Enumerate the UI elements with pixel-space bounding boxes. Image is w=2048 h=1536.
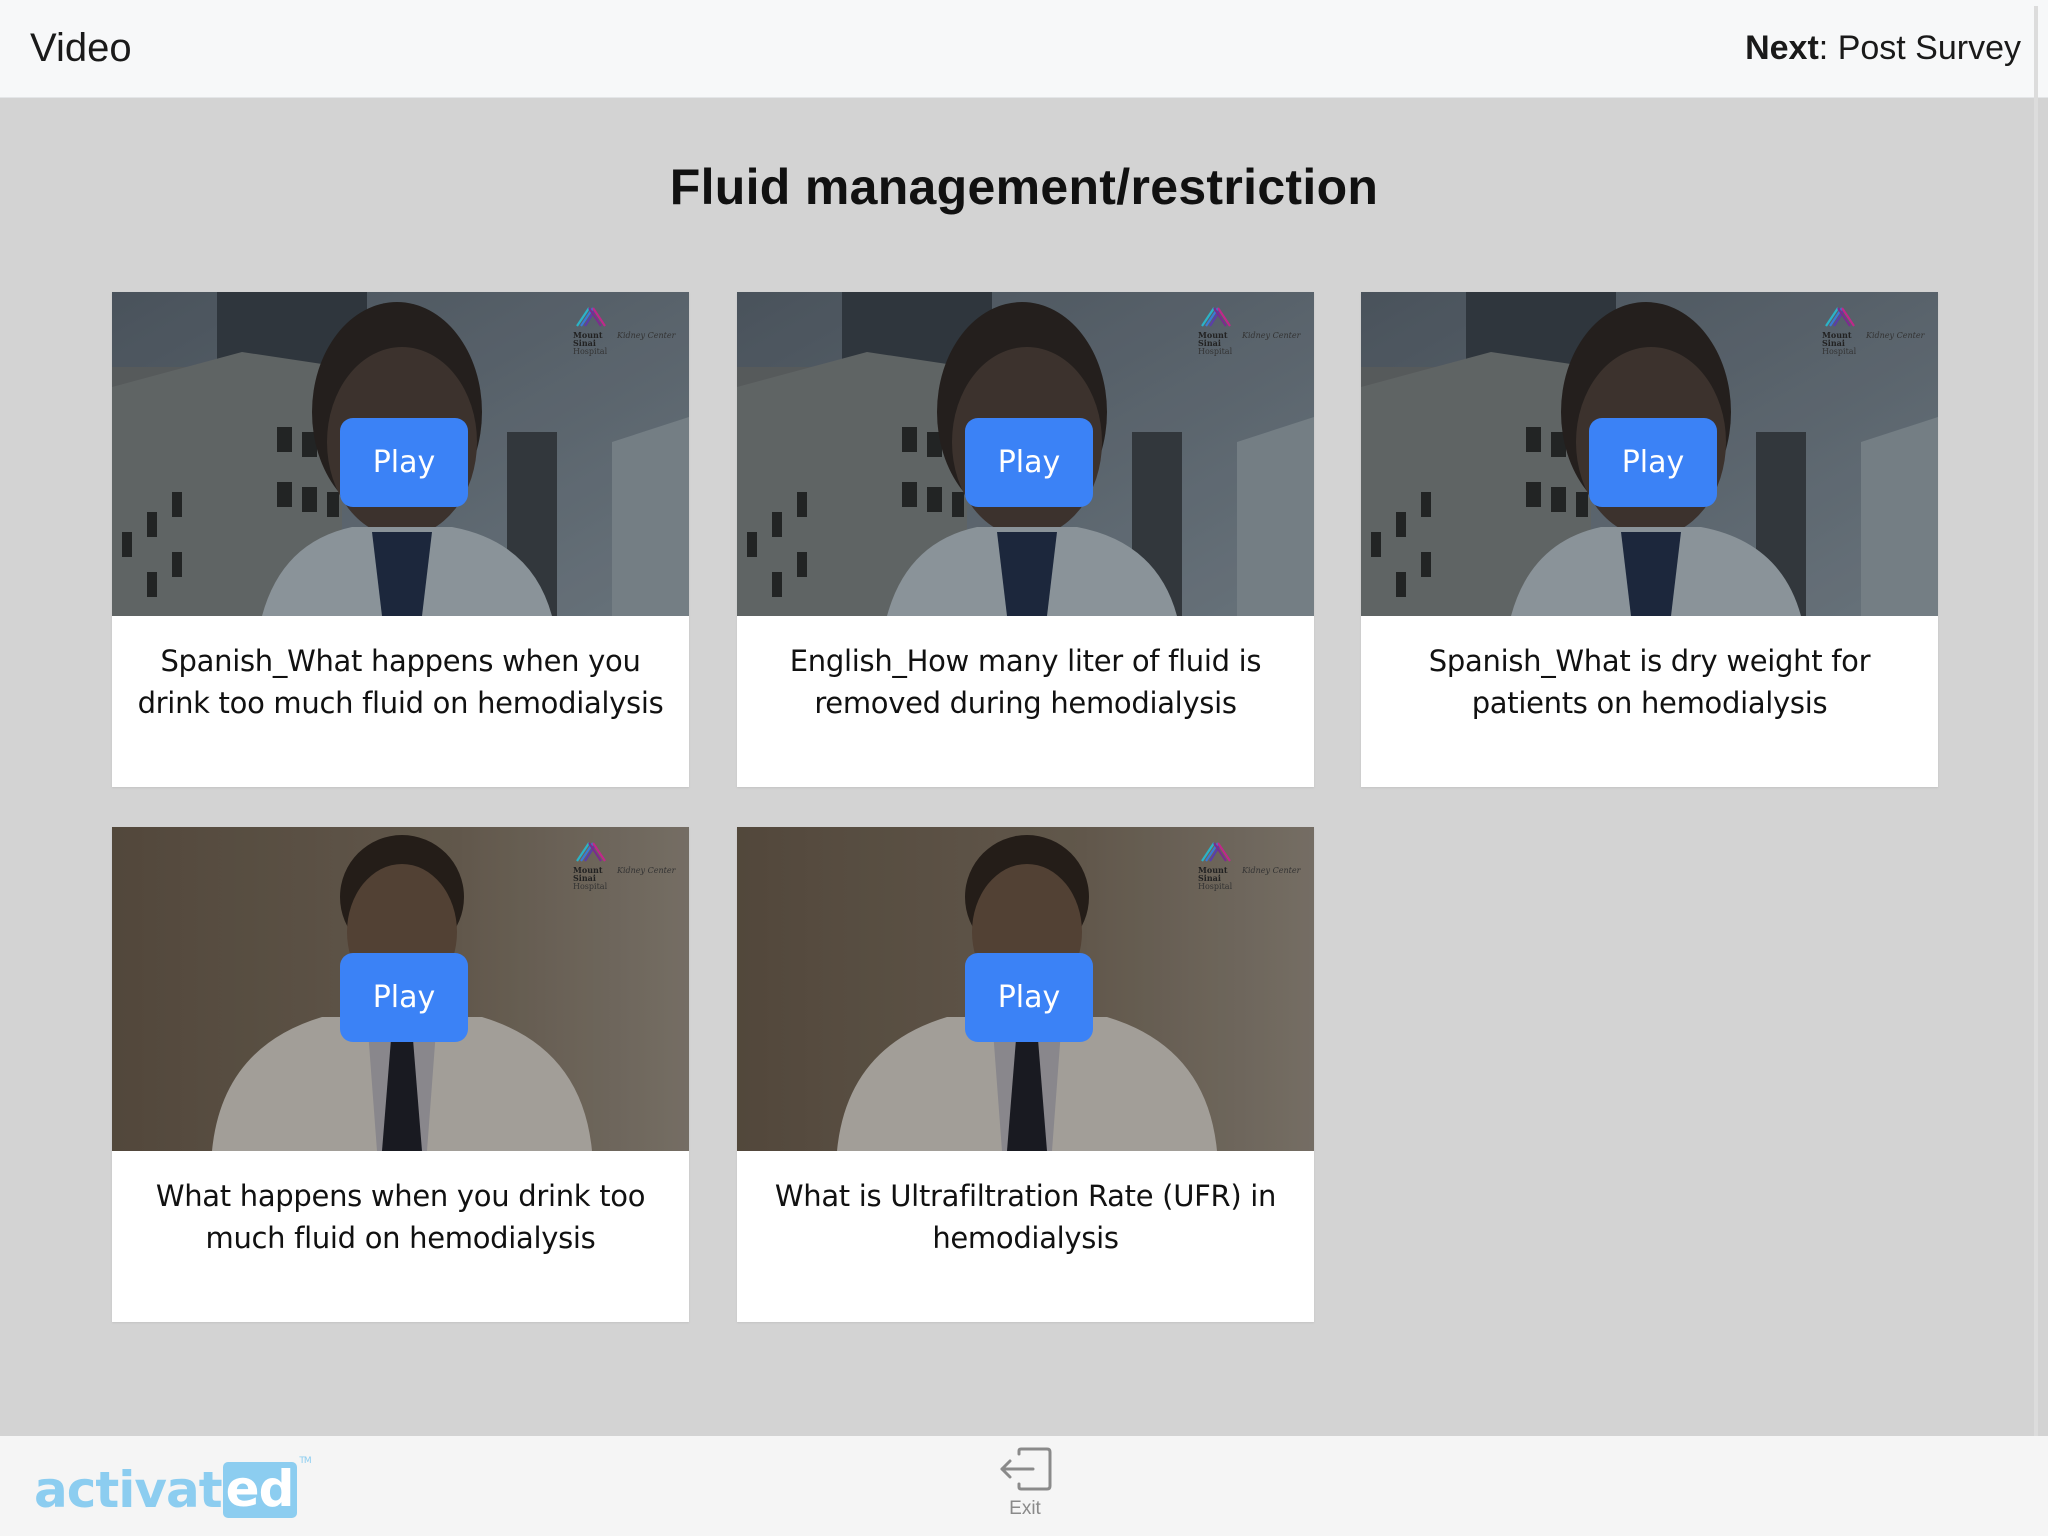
- video-card[interactable]: Mount Sinai Hospital Kidney Center Play …: [112, 827, 689, 1322]
- play-button[interactable]: Play: [1589, 418, 1717, 507]
- play-button[interactable]: Play: [340, 418, 468, 507]
- exit-label: Exit: [1009, 1498, 1041, 1519]
- video-title: What is Ultrafiltration Rate (UFR) in he…: [774, 1179, 1277, 1255]
- video-thumbnail[interactable]: Mount Sinai Hospital Kidney Center Play: [1361, 292, 1938, 616]
- exit-button[interactable]: Exit: [990, 1446, 1060, 1534]
- next-separator: :: [1818, 29, 1838, 67]
- next-target: Post Survey: [1837, 29, 2021, 67]
- logo-text-boxed: ed: [222, 1462, 298, 1518]
- svg-text:Kidney Center: Kidney Center: [616, 331, 677, 340]
- activated-logo: activat ed TM: [34, 1456, 312, 1520]
- svg-text:Kidney Center: Kidney Center: [616, 866, 677, 875]
- vertical-scrollbar[interactable]: [2034, 6, 2038, 1436]
- video-card[interactable]: Mount Sinai Hospital Kidney Center Play …: [737, 827, 1314, 1322]
- play-button[interactable]: Play: [965, 953, 1093, 1042]
- logo-trademark: TM: [299, 1456, 311, 1466]
- video-thumbnail[interactable]: Mount Sinai Hospital Kidney Center Play: [112, 827, 689, 1151]
- next-label: Next: [1745, 29, 1819, 67]
- page-heading: Fluid management/restriction: [669, 159, 1379, 215]
- svg-text:Hospital: Hospital: [1198, 882, 1233, 891]
- video-card[interactable]: Mount Sinai Hospital Kidney Center Play …: [1361, 292, 1938, 787]
- video-title: Spanish_What is dry weight for patients …: [1428, 644, 1871, 720]
- video-card[interactable]: Mount Sinai Hospital Kidney Center Play …: [737, 292, 1314, 787]
- video-title: What happens when you drink too much flu…: [155, 1179, 646, 1255]
- svg-text:Hospital: Hospital: [1198, 347, 1233, 356]
- svg-text:Hospital: Hospital: [1822, 347, 1857, 356]
- video-thumbnail[interactable]: Mount Sinai Hospital Kidney Center Play: [737, 292, 1314, 616]
- video-card[interactable]: Mount Sinai Hospital Kidney Center Play …: [112, 292, 689, 787]
- video-thumbnail[interactable]: Mount Sinai Hospital Kidney Center Play: [737, 827, 1314, 1151]
- page-section-title: Video: [30, 26, 132, 70]
- exit-arrow-icon: [1000, 1447, 1052, 1491]
- svg-text:Hospital: Hospital: [573, 882, 608, 891]
- svg-text:Hospital: Hospital: [573, 347, 608, 356]
- svg-text:Kidney Center: Kidney Center: [1241, 331, 1302, 340]
- svg-text:Kidney Center: Kidney Center: [1865, 331, 1926, 340]
- logo-text-plain: activat: [34, 1461, 223, 1519]
- next-step-link[interactable]: Next: Post Survey: [1745, 25, 2021, 71]
- play-button[interactable]: Play: [340, 953, 468, 1042]
- bottom-bar: activat ed TM Exit: [0, 1436, 2048, 1536]
- play-button[interactable]: Play: [965, 418, 1093, 507]
- video-thumbnail[interactable]: Mount Sinai Hospital Kidney Center Play: [112, 292, 689, 616]
- video-title: Spanish_What happens when you drink too …: [137, 644, 664, 720]
- svg-text:Kidney Center: Kidney Center: [1241, 866, 1302, 875]
- video-title: English_How many liter of fluid is remov…: [789, 644, 1262, 720]
- top-bar: Video Next: Post Survey: [0, 0, 2048, 98]
